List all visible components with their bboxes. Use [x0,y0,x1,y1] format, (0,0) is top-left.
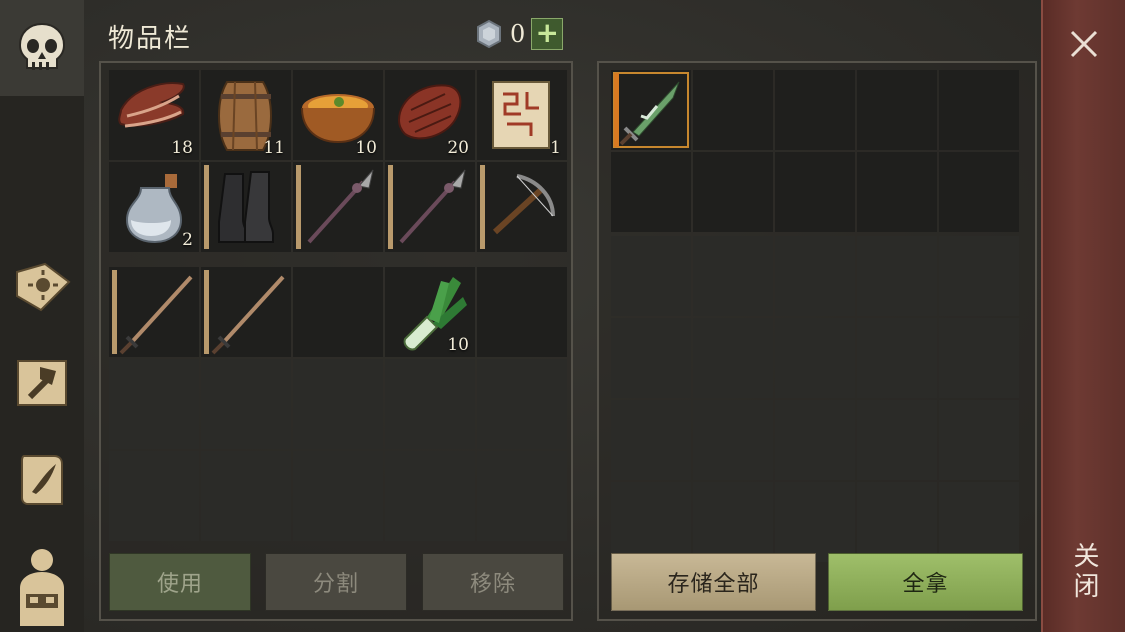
inventory-grid-top: 18 11 10 20 1 2 [109,70,567,252]
storage-slot[interactable] [857,400,937,480]
storage-slot[interactable] [611,70,691,150]
storage-slot[interactable] [939,152,1019,232]
inventory-slot[interactable] [293,359,383,449]
storage-slot[interactable] [939,236,1019,316]
tab-journal[interactable] [0,432,84,528]
close-icon[interactable] [1062,22,1106,66]
storage-slot[interactable] [693,70,773,150]
close-button[interactable]: 关闭 [1063,542,1103,606]
inventory-slot[interactable] [201,451,291,541]
spear-icon [307,169,374,244]
currency-value: 0 [510,20,526,48]
storage-slot[interactable] [775,236,855,316]
storage-slot[interactable] [857,152,937,232]
storage-grid-bottom [611,236,1019,562]
inventory-slot[interactable] [293,267,383,357]
inventory-slot[interactable] [201,267,291,357]
inventory-grid-bottom: 10 [109,267,567,541]
inventory-slot[interactable] [477,359,567,449]
storage-slot[interactable] [693,152,773,232]
storage-slot[interactable] [775,70,855,150]
item-count: 11 [263,138,285,158]
remove-button[interactable]: 移除 [422,553,564,611]
sword-icon [119,275,193,355]
tab-crafting[interactable] [0,335,84,431]
storage-slot[interactable] [611,482,691,562]
inventory-slot[interactable] [293,451,383,541]
storage-slot[interactable] [939,70,1019,150]
split-button[interactable]: 分割 [265,553,407,611]
scroll-feather-icon [21,455,63,505]
inventory-slot[interactable]: 10 [293,70,383,160]
inventory-slot[interactable] [385,451,475,541]
inventory-slot[interactable] [109,451,199,541]
item-count: 20 [447,138,469,158]
storage-slot[interactable] [611,318,691,398]
storage-slot[interactable] [857,236,937,316]
inventory-slot[interactable]: 1 [477,70,567,160]
tab-book[interactable] [0,238,84,334]
inventory-slot[interactable] [477,162,567,252]
skull-icon [18,22,66,70]
silver-coin-icon [477,19,501,49]
inventory-slot[interactable]: 2 [109,162,199,252]
storage-slot[interactable] [611,152,691,232]
storage-slot[interactable] [775,152,855,232]
inventory-slot[interactable] [109,267,199,357]
tab-inventory[interactable] [0,0,84,96]
storage-slot[interactable] [939,482,1019,562]
add-currency-button[interactable]: + [531,18,564,50]
item-count: 1 [550,138,561,158]
storage-slot[interactable] [939,400,1019,480]
item-count: 2 [182,230,193,250]
green-dagger-icon [619,81,680,146]
storage-grid-top [611,70,1019,232]
close-strip[interactable] [1041,0,1125,632]
inventory-slot[interactable] [201,162,291,252]
take-all-button[interactable]: 全拿 [828,553,1023,611]
storage-slot[interactable] [693,400,773,480]
page-title: 物品栏 [108,24,193,54]
storage-slot[interactable] [775,482,855,562]
boots-icon [218,171,274,243]
storage-slot[interactable] [611,236,691,316]
spear-icon [399,169,466,244]
storage-slot[interactable] [857,318,937,398]
storage-slot[interactable] [775,400,855,480]
inventory-slot[interactable] [477,451,567,541]
storage-slot[interactable] [939,318,1019,398]
storage-slot[interactable] [857,70,937,150]
inventory-slot[interactable] [201,359,291,449]
storage-slot[interactable] [611,400,691,480]
crossbow-icon [492,174,555,235]
inventory-slot[interactable]: 20 [385,70,475,160]
inventory-slot[interactable] [385,359,475,449]
tab-character[interactable] [0,536,84,632]
item-count: 10 [355,138,377,158]
inventory-slot[interactable] [293,162,383,252]
sidebar [0,0,84,632]
hammer-map-icon [17,360,67,406]
currency-display: 0 + [474,18,564,50]
storage-slot[interactable] [693,318,773,398]
storage-slot[interactable] [693,482,773,562]
use-button[interactable]: 使用 [109,553,251,611]
inventory-slot[interactable] [109,359,199,449]
inventory-slot[interactable] [385,162,475,252]
inventory-slot[interactable]: 10 [385,267,475,357]
storage-slot[interactable] [693,236,773,316]
sword-icon [211,275,285,355]
inventory-slot[interactable]: 11 [201,70,291,160]
storage-slot[interactable] [857,482,937,562]
character-backpack-icon [20,549,64,626]
inventory-slot[interactable]: 18 [109,70,199,160]
item-count: 18 [171,138,193,158]
item-count: 10 [447,335,469,355]
inventory-slot[interactable] [477,267,567,357]
book-sun-icon [16,262,71,312]
storage-slot[interactable] [775,318,855,398]
store-all-button[interactable]: 存储全部 [611,553,816,611]
